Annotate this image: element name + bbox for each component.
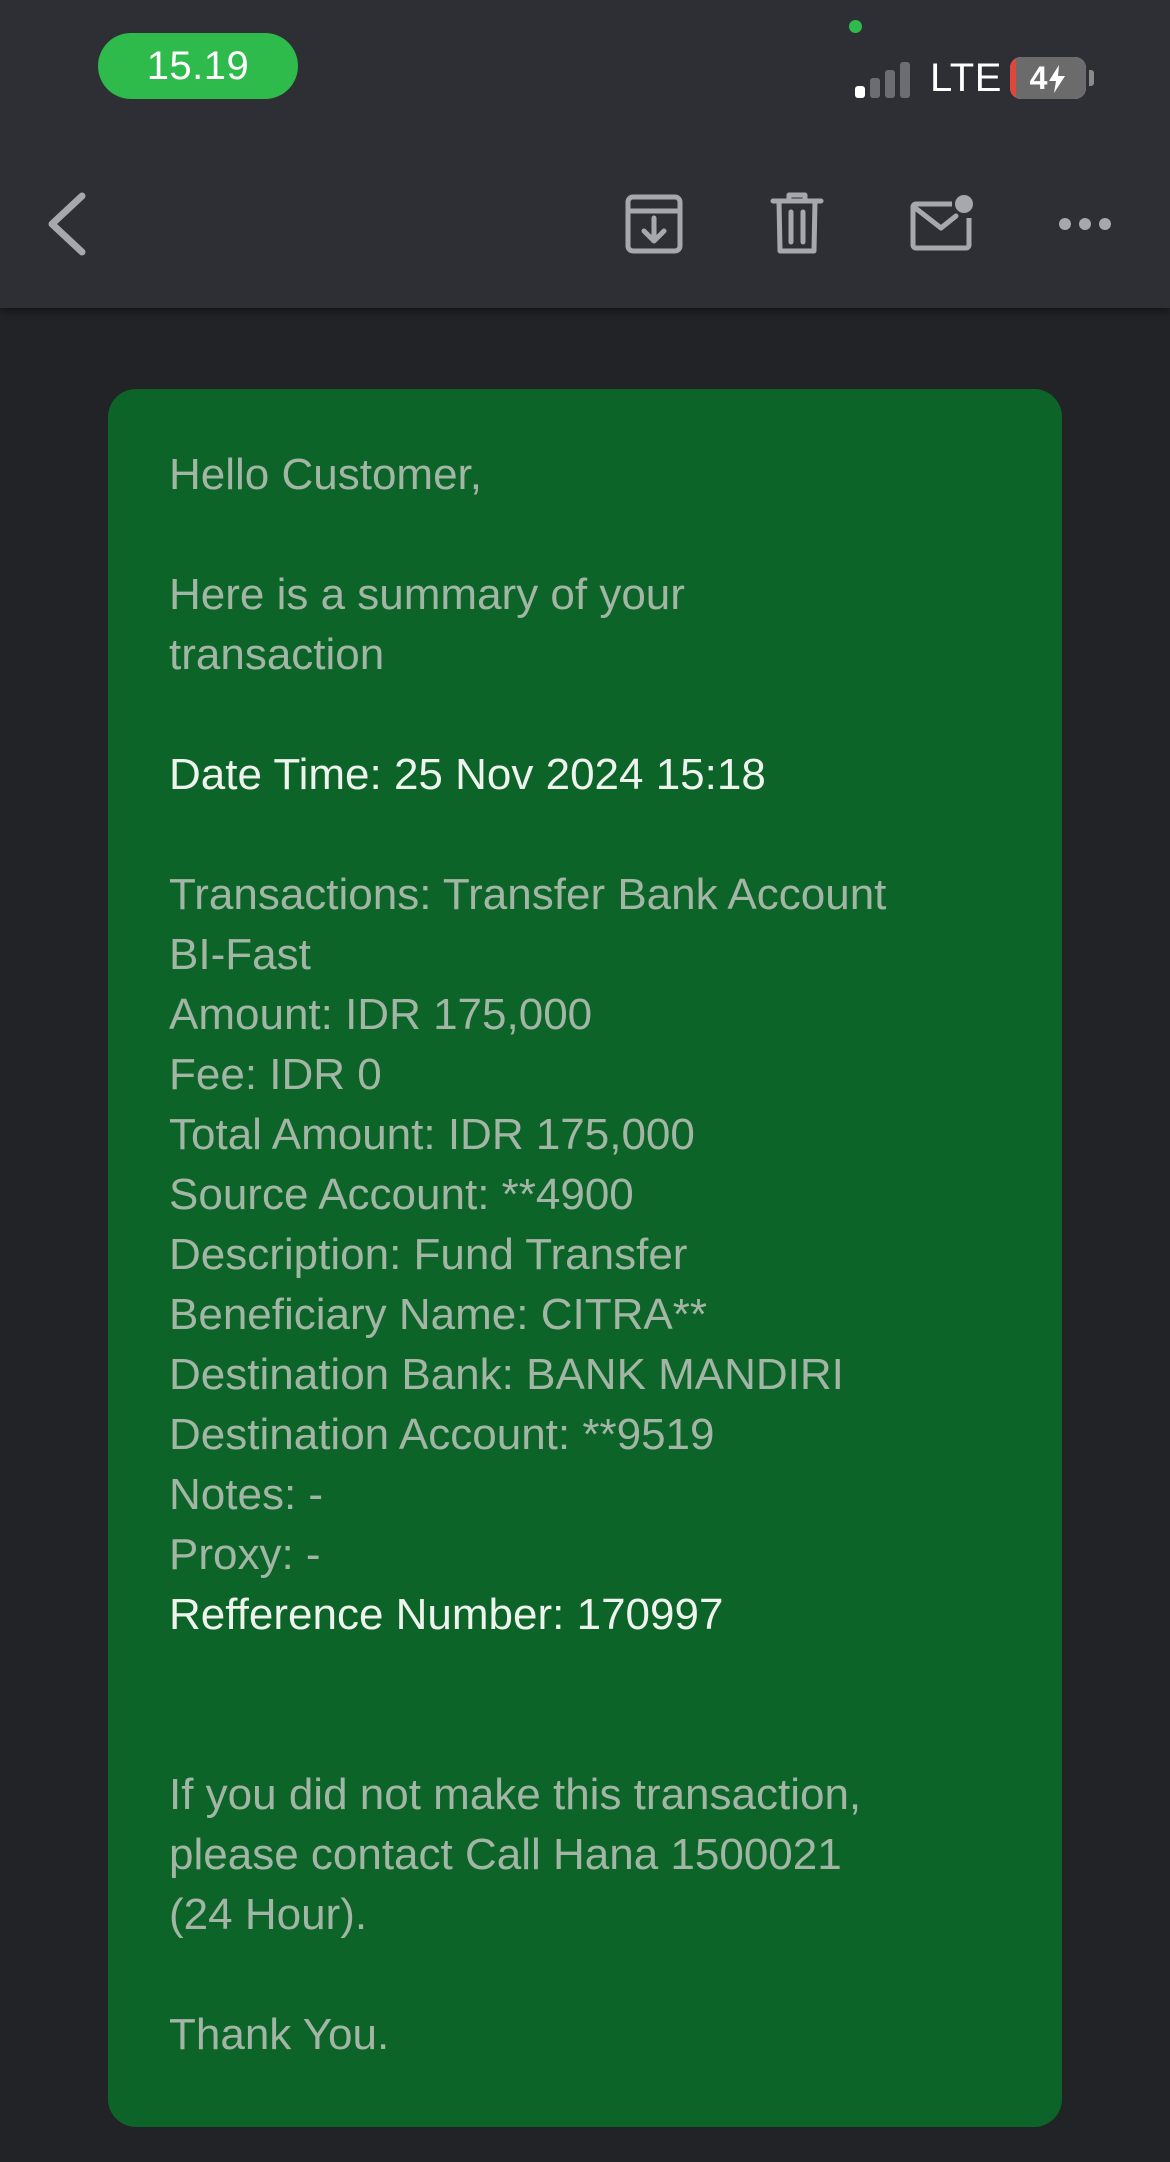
signal-bar bbox=[900, 62, 910, 98]
destination-account-text: Destination Account: **9519 bbox=[169, 1410, 715, 1459]
transactions-text-line1: Transactions: Transfer Bank Account bbox=[169, 870, 887, 919]
intro-text-line2: transaction bbox=[169, 630, 385, 679]
intro-text-line1: Here is a summary of your bbox=[169, 570, 685, 619]
mark-unread-icon[interactable] bbox=[910, 192, 974, 252]
notes-text: Notes: - bbox=[169, 1470, 324, 1519]
network-type-label: LTE bbox=[930, 56, 1002, 100]
contact-text-line2: please contact Call Hana 1500021 bbox=[169, 1830, 842, 1879]
battery-icon: 4 bbox=[1010, 57, 1086, 99]
destination-bank-text: Destination Bank: BANK MANDIRI bbox=[169, 1350, 844, 1399]
proxy-text: Proxy: - bbox=[169, 1530, 321, 1579]
signal-bar bbox=[855, 86, 865, 98]
transactions-text-line2: BI-Fast bbox=[169, 930, 311, 979]
reference-number-text: Refference Number: 170997 bbox=[169, 1590, 724, 1639]
battery-cap bbox=[1089, 70, 1094, 86]
email-content: Hello Customer, Here is a summary of you… bbox=[0, 308, 1170, 2162]
beneficiary-name-text: Beneficiary Name: CITRA** bbox=[169, 1290, 707, 1339]
contact-text-line1: If you did not make this transaction, bbox=[169, 1770, 862, 1819]
charging-bolt-icon bbox=[1049, 65, 1066, 93]
source-account-text: Source Account: **4900 bbox=[169, 1170, 634, 1219]
archive-icon[interactable] bbox=[624, 193, 684, 255]
total-amount-text: Total Amount: IDR 175,000 bbox=[169, 1110, 695, 1159]
trash-icon[interactable] bbox=[770, 192, 824, 256]
closing-text: Thank You. bbox=[169, 2010, 390, 2059]
back-chevron-icon[interactable] bbox=[40, 188, 96, 260]
contact-text-line3: (24 Hour). bbox=[169, 1890, 368, 1939]
battery-level-value: 4 bbox=[1029, 60, 1048, 96]
status-time: 15.19 bbox=[98, 33, 298, 99]
cellular-signal-icon bbox=[855, 58, 915, 98]
top-bar: 15.19 LTE 4 bbox=[0, 0, 1170, 308]
date-time-text: Date Time: 25 Nov 2024 15:18 bbox=[169, 750, 766, 799]
battery-level-text: 4 bbox=[1010, 57, 1086, 99]
privacy-indicator-dot bbox=[849, 20, 862, 33]
signal-bar bbox=[885, 70, 895, 98]
more-options-icon[interactable] bbox=[1058, 214, 1112, 234]
signal-bar bbox=[870, 78, 880, 98]
amount-text: Amount: IDR 175,000 bbox=[169, 990, 593, 1039]
email-message-card: Hello Customer, Here is a summary of you… bbox=[108, 389, 1062, 2127]
fee-text: Fee: IDR 0 bbox=[169, 1050, 382, 1099]
greeting-text: Hello Customer, bbox=[169, 450, 483, 499]
description-text: Description: Fund Transfer bbox=[169, 1230, 688, 1279]
